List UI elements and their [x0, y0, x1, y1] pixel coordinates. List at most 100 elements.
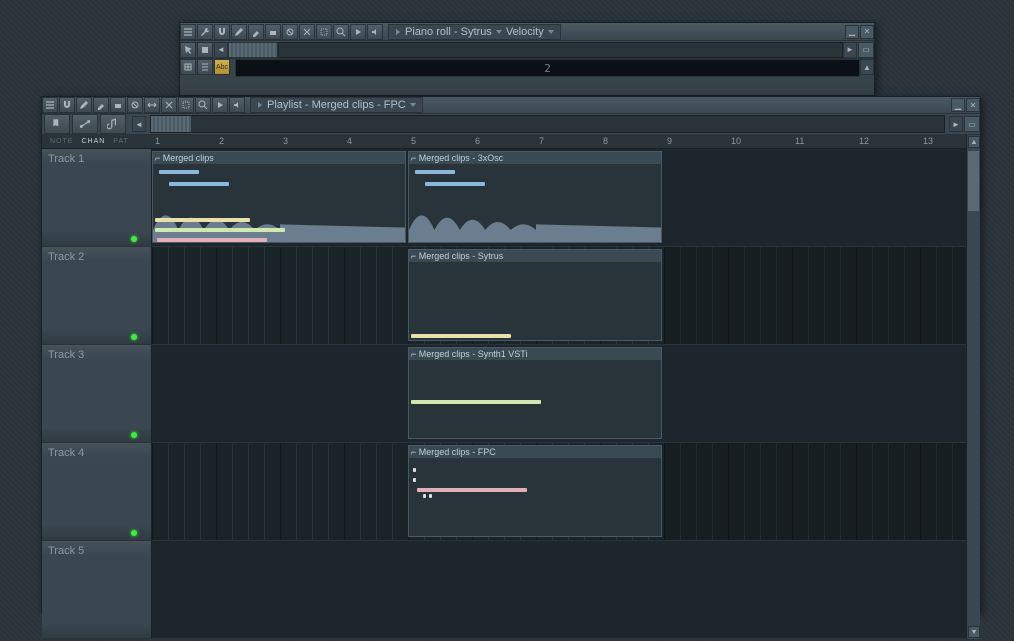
abc-icon[interactable]: Abc [214, 59, 230, 75]
ruler-bar-number: 3 [283, 136, 288, 146]
pattern-clip[interactable]: ⌐ Merged clips - Sytrus [408, 249, 662, 341]
erase-icon[interactable] [265, 24, 281, 40]
track-lane[interactable]: ⌐ Merged clips - Sytrus [152, 247, 966, 345]
track-header[interactable]: Track 4 [42, 443, 151, 541]
pointer-icon[interactable] [180, 42, 196, 58]
note-bar [413, 468, 416, 472]
piano-roll-title-dropdown[interactable]: Piano roll - Sytrus Velocity [388, 24, 561, 40]
hscroll-track[interactable] [278, 42, 843, 58]
automation-mode-button[interactable] [72, 114, 98, 134]
track-header[interactable]: Track 2 [42, 247, 151, 345]
track-led-icon[interactable] [131, 236, 137, 242]
list-icon[interactable] [197, 59, 213, 75]
speaker-icon[interactable] [229, 97, 245, 113]
scroll-up-button[interactable]: ▲ [968, 136, 980, 148]
playlist-titlebar[interactable]: Playlist - Merged clips - FPC ▁ ✕ [42, 97, 980, 114]
zoom-icon[interactable] [195, 97, 211, 113]
mute-icon[interactable] [282, 24, 298, 40]
ruler-bar-number: 4 [347, 136, 352, 146]
note-bar [157, 238, 267, 242]
track-led-icon[interactable] [131, 530, 137, 536]
magnet-icon[interactable] [214, 24, 230, 40]
track-header[interactable]: Track 3 [42, 345, 151, 443]
track-header[interactable]: Track 1 [42, 149, 151, 247]
track-lane[interactable]: ⌐ Merged clips - FPC [152, 443, 966, 541]
close-button[interactable]: ✕ [966, 98, 980, 112]
menu-icon[interactable] [180, 24, 196, 40]
cut-icon[interactable] [299, 24, 315, 40]
note-bar [413, 478, 416, 482]
note-bar [425, 182, 485, 186]
playlist-window[interactable]: Playlist - Merged clips - FPC ▁ ✕ ◄ ► ▭ … [41, 96, 981, 612]
chevron-down-icon [496, 30, 502, 34]
minimize-button[interactable]: ▁ [845, 25, 859, 39]
scroll-right-button[interactable]: ► [843, 42, 857, 58]
track-name: Track 2 [48, 251, 84, 263]
track-led-icon[interactable] [131, 432, 137, 438]
track-header[interactable]: Track 5 [42, 541, 151, 639]
track-name: Track 1 [48, 153, 84, 165]
pattern-clip[interactable]: ⌐ Merged clips - 3xOsc [408, 151, 662, 243]
arrange-area[interactable]: 12345678910111213 ⌐ Merged clips⌐ Merged… [152, 135, 966, 639]
minimize-button[interactable]: ▁ [951, 98, 965, 112]
ruler-bar-number: 8 [603, 136, 608, 146]
vscroll-thumb[interactable] [968, 151, 979, 211]
scroll-left-button[interactable]: ◄ [132, 116, 146, 132]
select-icon[interactable] [178, 97, 194, 113]
close-button[interactable]: ✕ [860, 25, 874, 39]
piano-roll-window[interactable]: Piano roll - Sytrus Velocity ▁ ✕ ◄ ► ▭ A… [179, 22, 875, 96]
scroll-up-button[interactable]: ▲ [860, 59, 874, 75]
playlist-hscroll[interactable] [150, 115, 945, 133]
hscroll-thumb[interactable] [151, 116, 191, 132]
zoom-fit-button[interactable]: ▭ [858, 42, 874, 58]
scroll-right-button[interactable]: ► [949, 116, 963, 132]
note-bar [155, 228, 285, 232]
playlist-title-dropdown[interactable]: Playlist - Merged clips - FPC [250, 97, 423, 113]
pattern-clip[interactable]: ⌐ Merged clips - Synth1 VSTi [408, 347, 662, 439]
track-name: Track 4 [48, 447, 84, 459]
marker-mode-button[interactable] [44, 114, 70, 134]
piano-roll-titlebar[interactable]: Piano roll - Sytrus Velocity ▁ ✕ [180, 23, 874, 41]
audio-mode-button[interactable] [100, 114, 126, 134]
menu-icon[interactable] [42, 97, 58, 113]
play-icon[interactable] [212, 97, 228, 113]
wrench-icon[interactable] [197, 24, 213, 40]
cut-icon[interactable] [161, 97, 177, 113]
timeline-ruler[interactable]: 12345678910111213 [152, 135, 966, 149]
pattern-clip[interactable]: ⌐ Merged clips [152, 151, 406, 243]
hscroll-thumb[interactable] [228, 42, 278, 58]
play-icon[interactable] [350, 24, 366, 40]
zoom-icon[interactable] [333, 24, 349, 40]
erase-icon[interactable] [110, 97, 126, 113]
playlist-vscroll[interactable]: ▲ ▼ [966, 135, 980, 639]
snap-tab-pat[interactable]: PAT [109, 138, 133, 145]
scroll-down-button[interactable]: ▼ [968, 626, 980, 638]
pattern-clip[interactable]: ⌐ Merged clips - FPC [408, 445, 662, 537]
snap-tab-note[interactable]: NOTE [46, 138, 77, 145]
slip-icon[interactable] [144, 97, 160, 113]
brush-icon[interactable] [248, 24, 264, 40]
zoom-fit-button[interactable]: ▭ [964, 116, 980, 132]
ruler-bar-number: 1 [155, 136, 160, 146]
scroll-left-button[interactable]: ◄ [214, 42, 228, 58]
snap-tab-chan[interactable]: CHAN [77, 138, 109, 145]
note-bar [415, 170, 455, 174]
clip-label: ⌐ Merged clips - FPC [409, 446, 661, 458]
pencil-icon[interactable] [231, 24, 247, 40]
track-lane[interactable]: ⌐ Merged clips⌐ Merged clips - 3xOsc [152, 149, 966, 247]
grid-icon[interactable] [180, 59, 196, 75]
ruler-bar-number: 10 [731, 136, 741, 146]
mute-icon[interactable] [127, 97, 143, 113]
clip-label: ⌐ Merged clips - Sytrus [409, 250, 661, 262]
track-led-icon[interactable] [131, 334, 137, 340]
magnet-icon[interactable] [59, 97, 75, 113]
speaker-icon[interactable] [367, 24, 383, 40]
brush-icon[interactable] [93, 97, 109, 113]
step-icon[interactable] [197, 42, 213, 58]
track-lane[interactable] [152, 541, 966, 639]
pencil-icon[interactable] [76, 97, 92, 113]
piano-roll-toolbar2: ◄ ► ▭ [180, 41, 874, 59]
track-lane[interactable]: ⌐ Merged clips - Synth1 VSTi [152, 345, 966, 443]
select-icon[interactable] [316, 24, 332, 40]
track-name: Track 5 [48, 545, 84, 557]
